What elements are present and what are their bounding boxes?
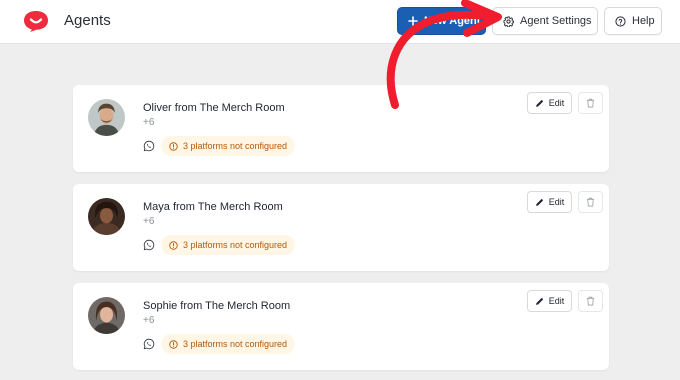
avatar (88, 99, 125, 136)
agent-phone: +6 (143, 216, 155, 227)
status-badge: 3 platforms not configured (161, 136, 296, 156)
edit-label: Edit (548, 296, 565, 306)
status-text: 3 platforms not configured (183, 240, 288, 250)
agent-name: Maya from The Merch Room (143, 201, 283, 213)
avatar (88, 198, 125, 235)
warning-circle-icon (169, 240, 178, 250)
agent-phone: +6 (143, 117, 155, 128)
top-bar: Agents New Agent Agent Settings Help (0, 0, 680, 44)
status-badge: 3 platforms not configured (161, 235, 296, 255)
warning-circle-icon (169, 339, 178, 349)
pencil-icon (535, 99, 543, 107)
delete-button[interactable] (578, 290, 603, 312)
edit-button[interactable]: Edit (527, 290, 572, 312)
help-circle-icon (615, 15, 626, 27)
edit-label: Edit (548, 197, 565, 207)
agent-name: Sophie from The Merch Room (143, 300, 291, 312)
whatsapp-icon (143, 239, 155, 251)
trash-icon (586, 296, 595, 306)
delete-button[interactable] (578, 92, 603, 114)
help-label: Help (632, 15, 655, 27)
pencil-icon (535, 297, 543, 305)
status-text: 3 platforms not configured (183, 141, 288, 151)
trash-icon (586, 197, 595, 207)
whatsapp-icon (143, 140, 155, 152)
avatar (88, 297, 125, 334)
edit-label: Edit (548, 98, 565, 108)
gear-icon (503, 15, 514, 27)
new-agent-label: New Agent (424, 15, 481, 27)
agent-card: Sophie from The Merch Room +6 3 platform… (73, 283, 609, 370)
new-agent-button[interactable]: New Agent (397, 7, 486, 35)
whatsapp-icon (143, 338, 155, 350)
trash-icon (586, 98, 595, 108)
agent-card: Oliver from The Merch Room +6 3 platform… (73, 85, 609, 172)
help-button[interactable]: Help (604, 7, 662, 35)
status-text: 3 platforms not configured (183, 339, 288, 349)
agent-name: Oliver from The Merch Room (143, 102, 285, 114)
agent-settings-label: Agent Settings (520, 15, 592, 27)
delete-button[interactable] (578, 191, 603, 213)
edit-button[interactable]: Edit (527, 191, 572, 213)
warning-circle-icon (169, 141, 178, 151)
plus-icon (408, 16, 418, 26)
brand-logo-icon[interactable] (22, 9, 50, 33)
pencil-icon (535, 198, 543, 206)
agent-card: Maya from The Merch Room +6 3 platforms … (73, 184, 609, 271)
agent-settings-button[interactable]: Agent Settings (492, 7, 598, 35)
edit-button[interactable]: Edit (527, 92, 572, 114)
status-badge: 3 platforms not configured (161, 334, 296, 354)
agent-phone: +6 (143, 315, 155, 326)
page-title: Agents (64, 12, 111, 29)
